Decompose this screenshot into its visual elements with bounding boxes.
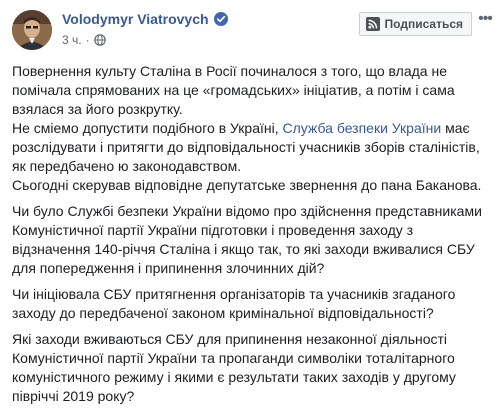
- subscribe-button[interactable]: Подписаться: [358, 12, 472, 36]
- text-before-link: Не смiемо допустити подібного в Україні,: [12, 120, 279, 136]
- paragraph-1-sentence-2: Не смiемо допустити подібного в Україні,…: [12, 119, 492, 176]
- facebook-post: Volodymyr Viatrovych 3 ч. · Подписаться …: [0, 0, 502, 410]
- more-options-icon[interactable]: •••: [476, 11, 494, 28]
- paragraph-1: Повернення культу Сталіна в Росії почина…: [12, 62, 492, 195]
- post-meta: 3 ч. ·: [62, 33, 106, 47]
- paragraph-1-sentence-3: Сьогодні скерував відповідне депутатське…: [12, 177, 482, 193]
- paragraph-4: Які заходи вживаються СБУ для припинення…: [12, 331, 456, 404]
- globe-icon[interactable]: [93, 34, 106, 46]
- paragraph-3: Чи ініціювала СБУ притягнення організато…: [12, 286, 456, 321]
- paragraph-2: Чи було Службі безпеки України відомо пр…: [12, 203, 482, 276]
- avatar[interactable]: [12, 10, 52, 50]
- rss-icon: [365, 17, 380, 31]
- verified-badge-icon: [213, 12, 228, 26]
- meta-separator: ·: [85, 33, 90, 47]
- sbu-link[interactable]: Служба безпеки України: [283, 120, 442, 136]
- post-author[interactable]: Volodymyr Viatrovych: [62, 11, 228, 27]
- post-timestamp[interactable]: 3 ч.: [62, 33, 82, 47]
- post-content: Повернення культу Сталіна в Росії почина…: [12, 62, 492, 413]
- author-name[interactable]: Volodymyr Viatrovych: [62, 11, 209, 27]
- subscribe-label: Подписаться: [384, 17, 463, 31]
- paragraph-1-sentence-1: Повернення культу Сталіна в Росії почина…: [12, 63, 455, 117]
